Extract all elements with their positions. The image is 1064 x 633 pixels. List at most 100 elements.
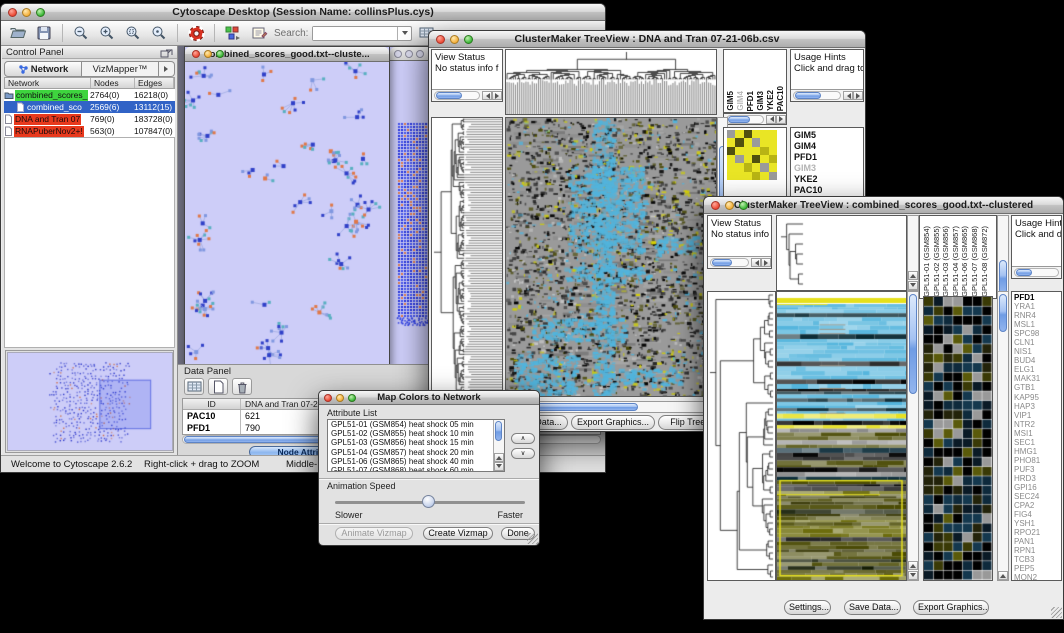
expression-heatmap[interactable] [777,292,906,580]
column-network[interactable]: Network [5,78,91,88]
correlation-cell[interactable] [769,163,777,171]
correlation-cell[interactable] [727,147,735,155]
usage-hints-scrollbar[interactable] [791,89,863,101]
float-panel-icon[interactable] [160,47,174,59]
correlation-cell[interactable] [769,172,777,180]
scroll-up-button[interactable] [908,561,918,570]
zoom-fit-button[interactable] [148,23,170,44]
gene-label[interactable]: SEC24 [1012,492,1061,501]
correlation-cell[interactable] [735,155,743,163]
gene-label[interactable]: PAN1 [1012,537,1061,546]
scroll-right-button[interactable] [853,91,863,100]
scroll-right-button[interactable] [492,91,502,100]
attribute-item[interactable]: GPL51-02 (GSM855) heat shock 10 min [328,429,504,438]
correlation-cell[interactable] [727,138,735,146]
column-label[interactable]: GPL51-02 (GSM855) [932,226,942,297]
scroll-down-button[interactable] [494,462,504,471]
gene-label[interactable]: GIM3 [791,163,863,174]
attribute-list-scrollbar[interactable] [493,420,504,471]
table-row[interactable]: combined_scores_ 2764(0) 16218(0) [4,89,175,101]
gene-label[interactable]: RPN1 [1012,546,1061,555]
column-edges[interactable]: Edges [135,78,174,88]
main-window-titlebar[interactable]: Cytoscape Desktop (Session Name: collins… [1,4,605,21]
column-label[interactable]: GPL51-01 (GSM854) [922,226,932,297]
zoom-selected-button[interactable] [122,23,144,44]
create-vizmap-button[interactable]: Create Vizmap [423,527,493,540]
column-label[interactable]: GIM5 [726,91,736,111]
correlation-cell[interactable] [769,147,777,155]
scroll-up-button[interactable] [494,453,504,462]
gene-label[interactable]: PUF3 [1012,465,1061,474]
zoom-out-button[interactable] [70,23,92,44]
column-labels-scrollbar[interactable] [997,215,1009,299]
network-view-canvas[interactable] [185,62,389,364]
gene-label[interactable]: PHO81 [1012,456,1061,465]
correlation-cell[interactable] [727,130,735,138]
gene-list-scrollbar[interactable] [997,291,1009,581]
correlation-cell[interactable] [769,130,777,138]
correlation-cell[interactable] [735,163,743,171]
column-label[interactable]: GIM4 [736,91,746,111]
matrix-network-view[interactable] [390,61,432,364]
gene-label[interactable]: MSI1 [1012,429,1061,438]
gene-label[interactable]: HAP3 [1012,402,1061,411]
minimize-button[interactable] [405,50,413,58]
correlation-cell[interactable] [735,172,743,180]
gene-label[interactable]: CPA2 [1012,501,1061,510]
tab-vizmapper[interactable]: VizMapper™ [82,61,159,77]
minimize-button[interactable] [22,8,31,17]
column-label[interactable]: GIM3 [756,91,766,111]
correlation-cell[interactable] [735,138,743,146]
correlation-heatmap[interactable] [727,130,777,180]
expression-heatmap[interactable] [506,118,716,396]
view-status-scrollbar[interactable] [432,89,502,101]
correlation-cell[interactable] [735,147,743,155]
attribute-item[interactable]: GPL51-03 (GSM856) heat shock 15 min [328,438,504,447]
gene-label[interactable]: PFD1 [791,152,863,163]
correlation-cell[interactable] [744,155,752,163]
gene-label[interactable]: MON2 [1012,573,1061,581]
zoom-window-button[interactable] [216,50,224,58]
scroll-down-button[interactable] [908,281,918,290]
close-button[interactable] [324,394,332,402]
gene-label[interactable]: KAP95 [1012,393,1061,402]
scroll-up-button[interactable] [908,271,918,280]
table-row[interactable]: RNAPuberNov2+! 563(0) 107847(0) [4,125,175,137]
table-row-selected[interactable]: combined_sco 2569(6) 13112(15) [4,101,175,113]
scroll-down-button[interactable] [908,571,918,580]
gene-label[interactable]: HRD3 [1012,474,1061,483]
gene-label[interactable]: YKE2 [791,174,863,185]
search-input[interactable] [313,27,397,40]
column-label[interactable]: PAC10 [776,86,786,111]
zoom-heatmap[interactable] [924,297,992,580]
column-labels-scrollbar[interactable] [723,113,787,125]
correlation-cell[interactable] [744,138,752,146]
column-label[interactable]: GPL51-06 (GSM865) [960,226,970,297]
correlation-cell[interactable] [760,172,768,180]
column-id[interactable]: ID [183,399,241,409]
tab-network[interactable]: Network [4,61,82,77]
attribute-item[interactable]: GPL51-04 (GSM857) heat shock 20 min [328,448,504,457]
column-label[interactable]: YKE2 [766,90,776,111]
attribute-select-button[interactable] [184,378,204,395]
gene-label[interactable]: TCB3 [1012,555,1061,564]
zoom-in-button[interactable] [96,23,118,44]
gene-label[interactable]: RPO21 [1012,528,1061,537]
column-label[interactable]: GPL51-03 (GSM856) [941,226,951,297]
correlation-cell[interactable] [735,130,743,138]
scroll-right-button[interactable] [761,258,771,267]
save-data-button[interactable]: Save Data... [844,600,901,615]
usage-hints-scrollbar[interactable] [1012,266,1061,278]
gene-label[interactable]: YRA1 [1012,302,1061,311]
attribute-item[interactable]: GPL51-06 (GSM865) heat shock 40 min [328,457,504,466]
network-window-titlebar[interactable]: combined_scores_good.txt--cluste... [185,47,389,62]
scroll-left-button[interactable] [766,115,776,124]
move-up-button[interactable]: ∧ [511,433,535,444]
correlation-cell[interactable] [744,163,752,171]
minimize-button[interactable] [725,201,734,210]
column-label[interactable]: GPL51-08 (GSM872) [980,226,990,297]
gene-label[interactable]: NTR2 [1012,420,1061,429]
minimize-button[interactable] [450,35,459,44]
correlation-cell[interactable] [752,138,760,146]
save-button[interactable] [33,23,55,44]
